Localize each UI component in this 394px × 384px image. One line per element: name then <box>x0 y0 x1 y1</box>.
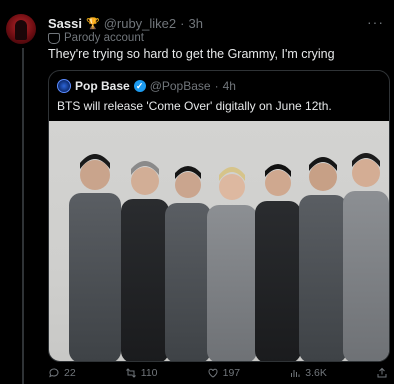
repost-button[interactable]: 110 <box>125 367 158 379</box>
reply-count: 22 <box>64 367 76 379</box>
member-5 <box>255 164 301 361</box>
member-1 <box>69 154 121 361</box>
quote-text: BTS will release 'Come Over' digitally o… <box>57 99 332 113</box>
views-chart-icon <box>291 370 300 377</box>
post-time[interactable]: 3h <box>188 16 202 31</box>
quote-separator-dot: · <box>214 79 219 93</box>
reply-button[interactable]: 22 <box>48 367 76 379</box>
member-4 <box>207 167 257 361</box>
repost-count: 110 <box>140 367 158 379</box>
quote-author-handle[interactable]: @PopBase <box>150 79 211 93</box>
parody-text: Parody account <box>64 32 144 44</box>
share-button[interactable] <box>376 367 388 379</box>
author-name[interactable]: Sassi <box>48 16 82 31</box>
repost-icon <box>125 368 136 378</box>
member-6 <box>299 157 347 361</box>
post-header: Sassi 🏆 @ruby_like2 · 3h <box>48 14 386 32</box>
mask-icon <box>48 32 60 44</box>
heart-icon <box>208 368 218 378</box>
quote-photo[interactable] <box>49 121 389 361</box>
action-bar: 22 110 197 3.6K <box>48 364 388 382</box>
verified-badge-icon: ✓ <box>133 80 146 92</box>
quote-author-name[interactable]: Pop Base <box>75 79 130 93</box>
author-handle[interactable]: @ruby_like2 <box>104 16 176 31</box>
reply-icon <box>49 368 59 378</box>
share-icon <box>377 367 387 378</box>
views-count: 3.6K <box>305 367 327 379</box>
trophy-icon: 🏆 <box>85 17 100 30</box>
quoted-post[interactable]: Pop Base ✓ @PopBase · 4h BTS will releas… <box>48 70 390 362</box>
author-avatar[interactable] <box>6 14 36 44</box>
quote-header: Pop Base ✓ @PopBase · 4h <box>57 79 236 93</box>
post-text: They're trying so hard to get the Grammy… <box>48 47 335 61</box>
like-count: 197 <box>222 367 241 379</box>
quote-time[interactable]: 4h <box>223 79 236 93</box>
quote-author-avatar[interactable] <box>57 79 71 93</box>
more-options-icon[interactable]: ··· <box>367 14 384 30</box>
member-7 <box>343 153 389 361</box>
separator-dot: · <box>180 15 185 31</box>
member-3 <box>165 166 211 361</box>
like-button[interactable]: 197 <box>207 367 241 379</box>
thread-line <box>22 48 24 384</box>
views-button[interactable]: 3.6K <box>289 367 327 379</box>
avatar-figure <box>15 20 27 40</box>
parody-label: Parody account <box>48 32 144 44</box>
group-photo-illustration <box>69 153 389 361</box>
member-2 <box>121 161 169 361</box>
